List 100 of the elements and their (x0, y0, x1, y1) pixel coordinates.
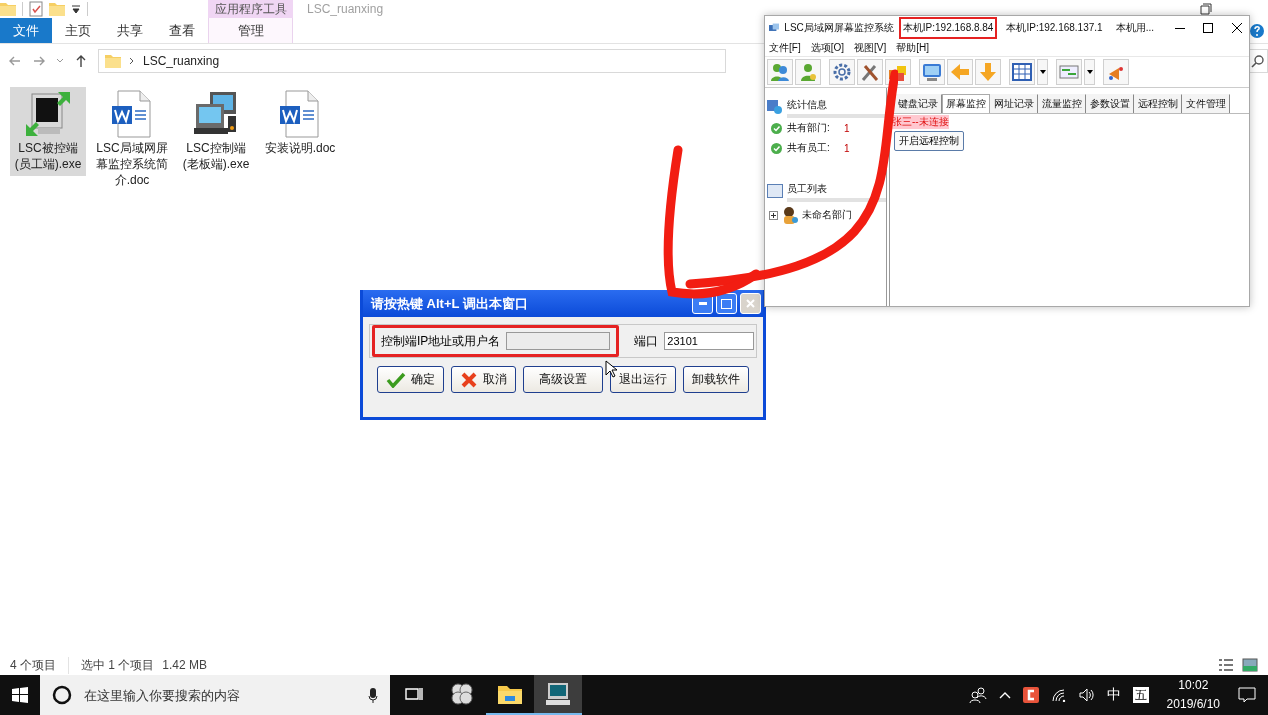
toolbar-button[interactable] (795, 59, 821, 85)
dropdown-icon[interactable] (71, 4, 81, 14)
ribbon-tab[interactable]: 文件 (0, 18, 52, 43)
tiles-view-icon[interactable] (1242, 658, 1258, 672)
search-input[interactable]: 在这里输入你要搜索的内容 (82, 686, 358, 704)
tab[interactable]: 远程控制 (1134, 94, 1182, 113)
tab[interactable]: 流量监控 (1038, 94, 1086, 113)
stat-value: 1 (844, 122, 850, 134)
windows-icon (12, 687, 28, 703)
toolbar-button[interactable] (829, 59, 855, 85)
field-label: 端口 (634, 332, 659, 350)
task-view-icon[interactable] (405, 686, 423, 702)
window-title: LSC局域网屏幕监控系统 (784, 21, 894, 35)
file-item[interactable]: 安装说明.doc (262, 87, 338, 161)
caret-icon (1039, 70, 1046, 74)
monitor-icon (921, 61, 943, 83)
file-name: LSC被控端(员工端).exe (13, 140, 83, 173)
cortana-icon (52, 685, 72, 705)
details-view-icon[interactable] (1218, 658, 1234, 672)
input-mode-indicator[interactable]: 中 (1106, 686, 1121, 704)
mouse-cursor-icon (605, 360, 617, 378)
toolbar-button[interactable] (1009, 59, 1035, 85)
tab[interactable]: 参数设置 (1086, 94, 1134, 113)
taskbar-search[interactable]: 在这里输入你要搜索的内容 (40, 675, 390, 715)
ribbon-tab[interactable]: 管理 (208, 18, 293, 43)
caret-icon (1086, 70, 1093, 74)
tab[interactable]: 屏幕监控 (942, 94, 990, 113)
volume-icon[interactable] (1078, 688, 1095, 702)
file-item[interactable]: LSC局域网屏幕监控系统简介.doc (94, 87, 170, 193)
document-icon (110, 90, 154, 138)
dialog-button[interactable]: 取消 (451, 366, 516, 393)
tab[interactable]: 键盘记录 (894, 94, 942, 113)
dialog-button[interactable]: 卸载软件 (683, 366, 749, 393)
notification-icon[interactable] (1238, 687, 1256, 703)
arrow-left-icon (949, 61, 971, 83)
chevron-up-icon[interactable] (998, 691, 1011, 699)
selection-count: 选中 1 个项目 (81, 656, 155, 674)
menu-item[interactable]: 选项[O] (810, 41, 844, 55)
menu-item[interactable]: 视图[V] (854, 41, 887, 55)
file-item[interactable]: LSC被控端(员工端).exe (10, 87, 86, 177)
maximize-icon (1203, 23, 1214, 33)
ime-indicator[interactable]: 五 (1132, 687, 1149, 703)
menu-item[interactable]: 文件[F] (769, 41, 801, 55)
check-icon (386, 371, 406, 388)
up-icon[interactable] (74, 54, 88, 68)
toolbar-button[interactable] (1103, 59, 1129, 85)
checklist-icon[interactable] (29, 1, 43, 17)
address-bar[interactable]: LSC_ruanxing (98, 49, 726, 73)
minimize-icon (1174, 27, 1185, 29)
close-icon (1232, 23, 1243, 33)
folder-icon[interactable] (498, 684, 522, 704)
forward-icon[interactable] (32, 54, 46, 68)
ribbon-tab[interactable]: 查看 (156, 18, 208, 43)
folder-icon (105, 54, 121, 68)
input-field[interactable]: 23101 (664, 332, 755, 350)
file-name: LSC局域网屏幕监控系统简介.doc (96, 140, 168, 189)
arrow-down-icon (977, 61, 999, 83)
toolbar-button[interactable] (919, 59, 945, 85)
ribbon-tab[interactable]: 共享 (104, 18, 156, 43)
pinwheel-icon[interactable] (450, 682, 474, 706)
restore-icon[interactable] (1200, 3, 1212, 15)
dropdown-button[interactable] (1084, 59, 1095, 85)
clock[interactable]: 10:02 2019/6/10 (1166, 676, 1220, 714)
selection-size: 1.42 MB (162, 658, 208, 672)
wifi-icon[interactable] (1050, 688, 1067, 702)
help-icon[interactable] (1250, 23, 1264, 38)
check-icon (771, 122, 782, 134)
tree-label: 未命名部门 (802, 208, 852, 222)
chevron-down-icon[interactable] (56, 58, 64, 64)
computer-icon[interactable] (545, 682, 571, 706)
ip-label: 本机IP:192.168.137.1 (1005, 21, 1104, 35)
tab[interactable]: 网址记录 (990, 94, 1038, 113)
dialog-title: 请按热键 Alt+L 调出本窗口 (371, 294, 529, 313)
dialog-button[interactable]: 高级设置 (523, 366, 603, 393)
file-name: LSC控制端(老板端).exe (181, 140, 251, 173)
stat-label: 共有部门: (787, 121, 831, 135)
dropdown-button[interactable] (1037, 59, 1048, 85)
gear-icon (831, 61, 853, 83)
stat-value: 1 (844, 142, 850, 154)
taskbar-app[interactable] (534, 675, 582, 715)
field-label: 控制端IP地址或用户名 (381, 332, 501, 350)
file-name: 安装说明.doc (264, 140, 336, 157)
close-icon (746, 299, 755, 308)
input-field[interactable] (506, 332, 611, 350)
section-title: 员工列表 (787, 180, 886, 202)
tab[interactable]: 文件管理 (1182, 94, 1230, 113)
dialog-button[interactable]: 确定 (377, 366, 444, 393)
back-icon[interactable] (8, 54, 22, 68)
ribbon-tab[interactable]: 主页 (52, 18, 104, 43)
app-tray-icon[interactable] (1022, 687, 1039, 703)
tree-item[interactable]: 未命名部门 (765, 202, 886, 224)
path-segment[interactable]: LSC_ruanxing (143, 54, 220, 68)
window-title: LSC_ruanxing (307, 2, 384, 16)
dialog-button[interactable]: 退出运行 (610, 366, 676, 393)
remote-control-button[interactable]: 开启远程控制 (894, 131, 964, 151)
menu-item[interactable]: 帮助[H] (896, 41, 930, 55)
toolbar-button[interactable] (857, 59, 883, 85)
context-group-label: 应用程序工具 (208, 0, 293, 18)
file-item[interactable]: LSC控制端(老板端).exe (178, 87, 254, 177)
monitor-arrows-icon (24, 90, 72, 138)
